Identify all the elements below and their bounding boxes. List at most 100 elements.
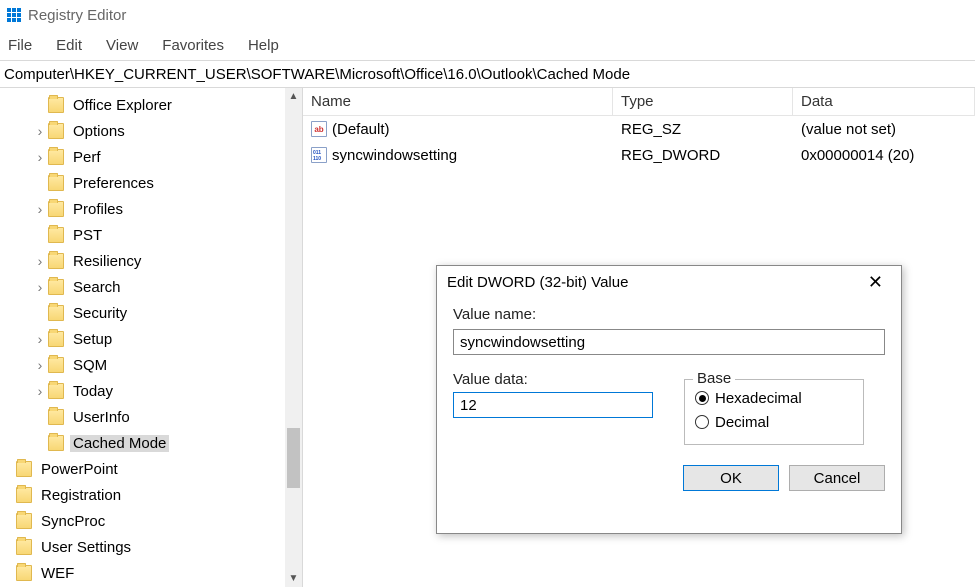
chevron-right-icon[interactable]: › bbox=[32, 383, 48, 399]
dialog-body: Value name: Value data: Base Hexadecimal bbox=[437, 298, 901, 533]
chevron-right-icon[interactable]: › bbox=[32, 357, 48, 373]
registry-editor-window: Registry Editor File Edit View Favorites… bbox=[0, 0, 975, 587]
menu-file[interactable]: File bbox=[8, 37, 32, 54]
tree-item[interactable]: Preferences bbox=[0, 170, 302, 196]
tree-item-label: PST bbox=[70, 227, 105, 244]
list-row[interactable]: 011110syncwindowsettingREG_DWORD0x000000… bbox=[303, 142, 975, 168]
tree-item[interactable]: › SQM bbox=[0, 352, 302, 378]
scroll-down-icon[interactable]: ▼ bbox=[285, 570, 302, 587]
tree-item[interactable]: Registration bbox=[0, 482, 302, 508]
base-group: Base Hexadecimal Decimal bbox=[684, 379, 864, 445]
col-header-type[interactable]: Type bbox=[613, 88, 793, 115]
folder-icon bbox=[48, 305, 64, 321]
folder-icon bbox=[48, 253, 64, 269]
dialog-titlebar[interactable]: Edit DWORD (32-bit) Value ✕ bbox=[437, 266, 901, 298]
tree-item[interactable]: › Resiliency bbox=[0, 248, 302, 274]
chevron-right-icon[interactable]: › bbox=[32, 279, 48, 295]
tree-item[interactable]: › Today bbox=[0, 378, 302, 404]
dialog-title: Edit DWORD (32-bit) Value bbox=[447, 274, 628, 291]
value-name: syncwindowsetting bbox=[332, 147, 457, 164]
tree-item[interactable]: › Search bbox=[0, 274, 302, 300]
folder-icon bbox=[48, 383, 64, 399]
tree-item[interactable]: SyncProc bbox=[0, 508, 302, 534]
cancel-button[interactable]: Cancel bbox=[789, 465, 885, 491]
tree-twisty bbox=[32, 409, 48, 425]
list-row[interactable]: ab(Default)REG_SZ(value not set) bbox=[303, 116, 975, 142]
chevron-right-icon[interactable]: › bbox=[32, 253, 48, 269]
tree-twisty bbox=[32, 97, 48, 113]
radio-icon bbox=[695, 415, 709, 429]
string-value-icon: ab bbox=[311, 121, 327, 137]
tree-item-label: Today bbox=[70, 383, 116, 400]
tree-item-label: Cached Mode bbox=[70, 435, 169, 452]
folder-icon bbox=[48, 227, 64, 243]
chevron-right-icon[interactable]: › bbox=[32, 201, 48, 217]
tree-item[interactable]: ›Profiles bbox=[0, 196, 302, 222]
radio-dec-label: Decimal bbox=[715, 414, 769, 431]
radio-hex-label: Hexadecimal bbox=[715, 390, 802, 407]
tree-item[interactable]: Office Explorer bbox=[0, 92, 302, 118]
folder-icon bbox=[16, 513, 32, 529]
tree-item[interactable]: PST bbox=[0, 222, 302, 248]
close-icon[interactable]: ✕ bbox=[860, 269, 891, 295]
folder-icon bbox=[48, 357, 64, 373]
tree-item-label: WEF bbox=[38, 565, 77, 582]
tree-scrollbar[interactable]: ▲ ▼ bbox=[285, 88, 302, 587]
menu-favorites[interactable]: Favorites bbox=[162, 37, 224, 54]
tree-item[interactable]: UserInfo bbox=[0, 404, 302, 430]
scroll-up-icon[interactable]: ▲ bbox=[285, 88, 302, 105]
tree[interactable]: Office Explorer › Options › Perf Preferences ›… bbox=[0, 88, 302, 587]
address-text: Computer\HKEY_CURRENT_USER\SOFTWARE\Micr… bbox=[4, 66, 630, 83]
tree-twisty bbox=[32, 305, 48, 321]
chevron-right-icon[interactable]: › bbox=[32, 123, 48, 139]
col-header-name[interactable]: Name bbox=[303, 88, 613, 115]
tree-item[interactable]: › Options bbox=[0, 118, 302, 144]
menu-edit[interactable]: Edit bbox=[56, 37, 82, 54]
tree-item-label: Resiliency bbox=[70, 253, 144, 270]
folder-icon bbox=[48, 201, 64, 217]
tree-item-label: Options bbox=[70, 123, 128, 140]
tree-item-label: Preferences bbox=[70, 175, 157, 192]
folder-icon bbox=[48, 409, 64, 425]
value-data: (value not set) bbox=[793, 121, 975, 138]
address-bar[interactable]: Computer\HKEY_CURRENT_USER\SOFTWARE\Micr… bbox=[0, 60, 975, 88]
tree-item-label: Perf bbox=[70, 149, 104, 166]
tree-item[interactable]: User Settings bbox=[0, 534, 302, 560]
folder-icon bbox=[16, 461, 32, 477]
app-title: Registry Editor bbox=[28, 7, 126, 24]
ok-button[interactable]: OK bbox=[683, 465, 779, 491]
value-type: REG_SZ bbox=[613, 121, 793, 138]
dword-value-icon: 011110 bbox=[311, 147, 327, 163]
tree-item-label: SQM bbox=[70, 357, 110, 374]
tree-item[interactable]: › Perf bbox=[0, 144, 302, 170]
chevron-right-icon[interactable]: › bbox=[32, 149, 48, 165]
value-type: REG_DWORD bbox=[613, 147, 793, 164]
radio-hexadecimal[interactable]: Hexadecimal bbox=[695, 386, 853, 410]
radio-icon bbox=[695, 391, 709, 405]
tree-item[interactable]: Security bbox=[0, 300, 302, 326]
tree-twisty bbox=[32, 227, 48, 243]
tree-item-label: Search bbox=[70, 279, 124, 296]
col-header-data[interactable]: Data bbox=[793, 88, 975, 115]
value-data-input[interactable] bbox=[453, 392, 653, 418]
folder-icon bbox=[48, 435, 64, 451]
chevron-right-icon[interactable]: › bbox=[32, 331, 48, 347]
tree-pane: Office Explorer › Options › Perf Preferences ›… bbox=[0, 88, 303, 587]
folder-icon bbox=[16, 565, 32, 581]
menu-view[interactable]: View bbox=[106, 37, 138, 54]
tree-item[interactable]: PowerPoint bbox=[0, 456, 302, 482]
tree-twisty bbox=[0, 539, 16, 555]
tree-item-label: UserInfo bbox=[70, 409, 133, 426]
menu-help[interactable]: Help bbox=[248, 37, 279, 54]
tree-item[interactable]: WEF bbox=[0, 560, 302, 586]
value-name-input[interactable] bbox=[453, 329, 885, 355]
scroll-thumb[interactable] bbox=[287, 428, 300, 488]
tree-item[interactable]: ›Setup bbox=[0, 326, 302, 352]
tree-item-label: Registration bbox=[38, 487, 124, 504]
tree-item[interactable]: Cached Mode bbox=[0, 430, 302, 456]
folder-icon bbox=[48, 331, 64, 347]
tree-twisty bbox=[32, 435, 48, 451]
folder-icon bbox=[16, 487, 32, 503]
tree-item-label: PowerPoint bbox=[38, 461, 121, 478]
radio-decimal[interactable]: Decimal bbox=[695, 410, 853, 434]
